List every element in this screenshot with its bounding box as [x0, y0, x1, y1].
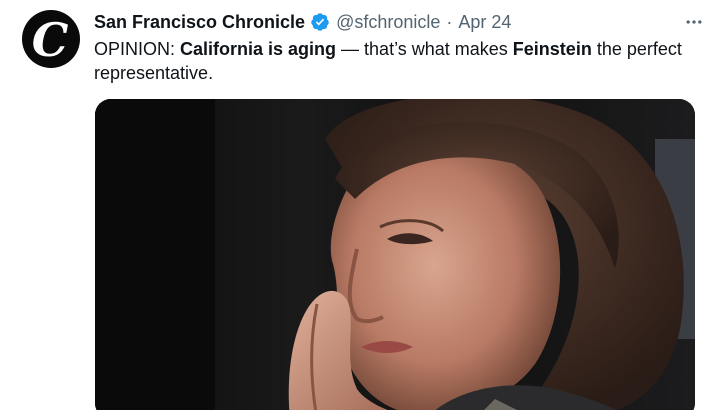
verified-badge-icon: [311, 13, 329, 31]
tweet-text-prefix: OPINION:: [94, 39, 181, 59]
tweet-photo[interactable]: [95, 99, 695, 410]
handle[interactable]: @sfchronicle: [336, 12, 440, 33]
tweet-card[interactable]: C San Francisco Chronicle @sfchronicle ·…: [0, 0, 728, 410]
tweet-date[interactable]: Apr 24: [458, 12, 511, 33]
more-horizontal-icon[interactable]: [682, 10, 706, 34]
header-separator: ·: [446, 11, 453, 32]
portrait-photo-illustration: [95, 99, 695, 410]
tweet-header: San Francisco Chronicle @sfchronicle · A…: [94, 10, 668, 34]
more-dots-glyph: [686, 20, 702, 24]
display-name[interactable]: San Francisco Chronicle: [94, 12, 305, 33]
avatar[interactable]: C: [22, 10, 80, 68]
tweet-text: OPINION: California is aging — that’s wh…: [94, 37, 694, 85]
chronicle-logo-letter: C: [31, 13, 69, 67]
tweet-text-middle: — that’s what makes: [336, 39, 513, 59]
tweet-text-bold-2: Feinstein: [512, 39, 592, 59]
tweet-text-bold-1: California is aging: [180, 39, 337, 59]
